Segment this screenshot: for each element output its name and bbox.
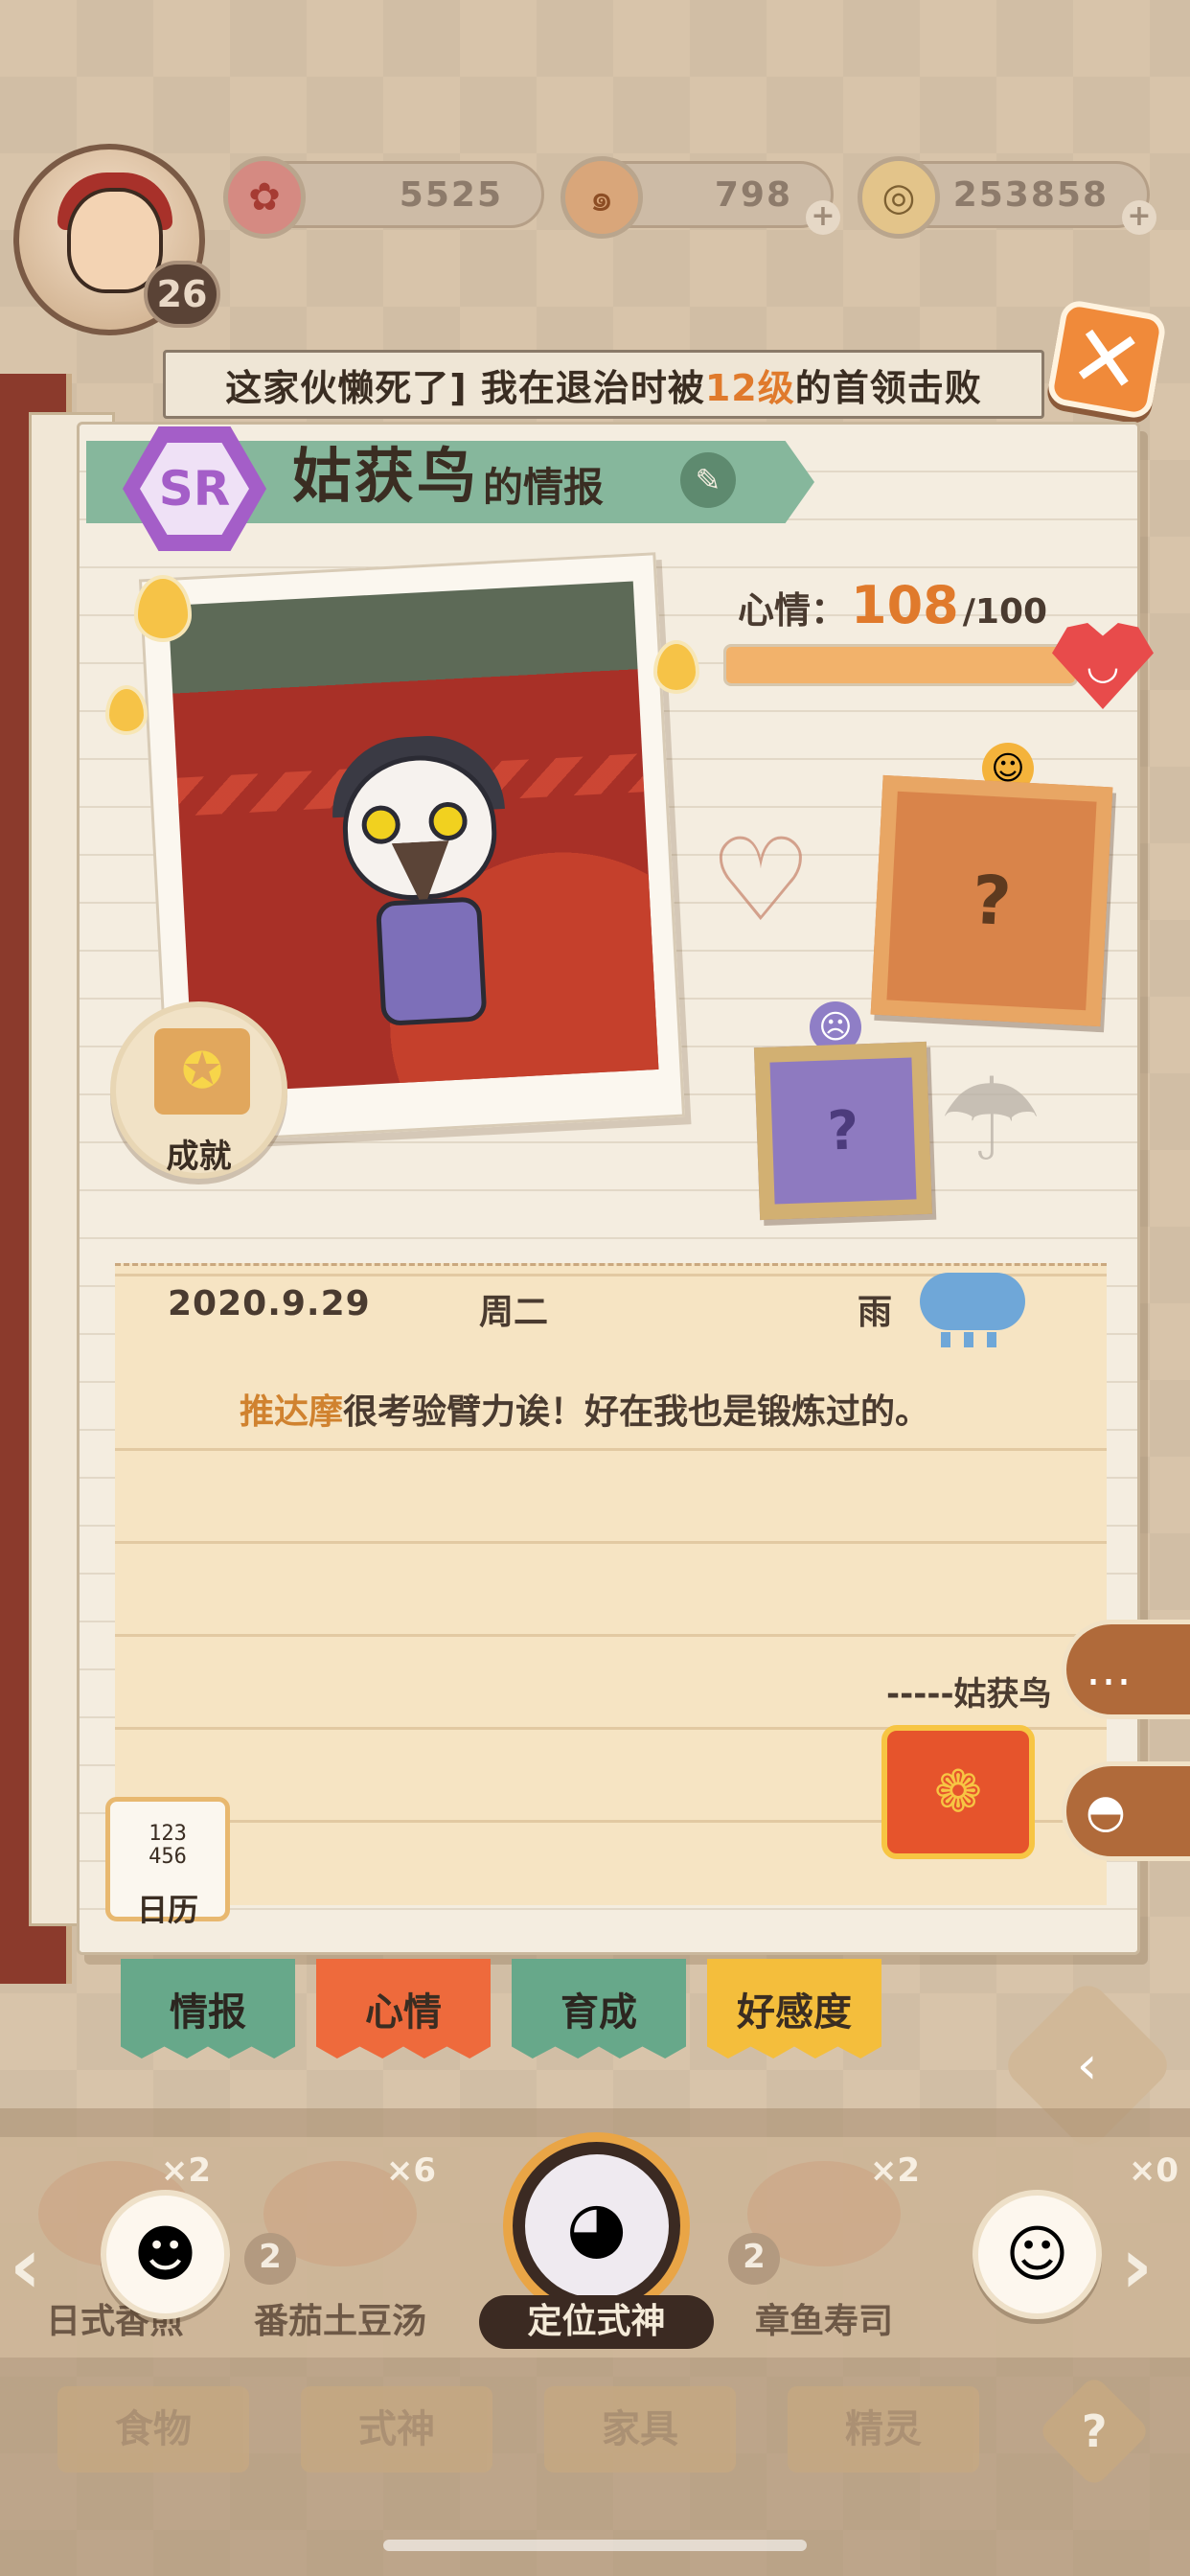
add-magatama-button[interactable]: +: [806, 200, 840, 235]
diary-weather: 雨: [858, 1293, 893, 1332]
mood-readout: 心情： 108 /100: [738, 575, 1047, 635]
close-button[interactable]: ✕: [1045, 298, 1168, 421]
mood-progress-bar: [723, 644, 1078, 686]
calendar-icon: 123 456: [149, 1822, 187, 1869]
resource-plum[interactable]: ✿ 5525: [223, 156, 544, 239]
shikigami-avatar-right[interactable]: ☺: [973, 2190, 1102, 2319]
mood-progress-fill: [726, 647, 1075, 683]
calendar-button[interactable]: 123 456 日历: [105, 1797, 230, 1928]
tab-training[interactable]: 育成: [512, 1959, 686, 2058]
pencil-icon: ✎: [695, 462, 721, 498]
sad-mood-frame[interactable]: ?: [753, 1041, 933, 1221]
inventory-tabs: 食物 式神 家具 精灵: [57, 2386, 979, 2472]
diary-date: 2020.9.29: [168, 1284, 371, 1323]
dish-quantity: ×2: [160, 2151, 211, 2190]
oni-face-icon: ☻: [133, 2219, 197, 2290]
diary-entry: 推达摩很考验臂力诶！好在我也是锻炼过的。: [240, 1384, 929, 1434]
add-coin-button[interactable]: +: [1122, 200, 1156, 235]
dish-item[interactable]: ×2 2 章鱼寿司: [728, 2151, 920, 2341]
magatama-icon: ๑: [561, 156, 643, 239]
title-suffix: 的情报: [483, 464, 605, 511]
carousel-next-icon[interactable]: ›: [1121, 2221, 1153, 2311]
dish-quantity: ×0: [1128, 2151, 1179, 2190]
happy-mood-frame[interactable]: ?: [870, 774, 1113, 1027]
tab-food[interactable]: 食物: [57, 2386, 249, 2472]
calendar-label: 日历: [136, 1892, 198, 1928]
tab-affection[interactable]: 好感度: [707, 1959, 881, 2058]
banner-highlight: 12级: [704, 366, 795, 409]
status-banner: 这家伙懒死了] 我在退治时被 12级 的首领击败: [163, 350, 1044, 419]
top-hud: 26 ✿ 5525 ๑ 798 + ◎ 253858 +: [0, 0, 1190, 364]
dish-item[interactable]: ×6 2 番茄土豆汤: [244, 2151, 436, 2341]
gift-bag-icon: ❁: [933, 1759, 983, 1826]
dish-level: 2: [728, 2233, 780, 2285]
diary-entry-highlight: 推达摩: [240, 1392, 344, 1432]
diary-signature: -----姑获鸟: [886, 1675, 1052, 1714]
happy-doodle-icon: ♡: [709, 815, 812, 948]
shikigami-name: 姑获鸟: [292, 441, 480, 511]
resource-plum-value: 5525: [399, 175, 503, 215]
locate-shikigami-button[interactable]: ◕: [503, 2132, 690, 2319]
tab-furniture[interactable]: 家具: [544, 2386, 736, 2472]
tab-shikigami[interactable]: 式神: [301, 2386, 492, 2472]
resource-coin[interactable]: ◎ 253858 +: [858, 156, 1156, 239]
rice-ball-icon: ◓: [1086, 1784, 1126, 1838]
question-icon: ?: [1081, 2405, 1108, 2457]
achievement-medal-icon: ✪: [154, 1028, 250, 1115]
tab-info[interactable]: 情报: [121, 1959, 295, 2058]
resource-coin-value: 253858: [952, 175, 1109, 215]
rarity-label: SR: [140, 443, 249, 535]
player-level-badge: 26: [144, 261, 220, 328]
frame-question-mark: ?: [970, 860, 1014, 942]
chat-bubble-icon: …: [1086, 1643, 1132, 1696]
frame-question-mark: ?: [826, 1098, 860, 1163]
diary-entry-text: 很考验臂力诶！好在我也是锻炼过的。: [343, 1392, 930, 1432]
plum-blossom-icon: ✿: [223, 156, 306, 239]
ubume-portrait: [319, 731, 526, 1047]
tab-spirit[interactable]: 精灵: [788, 2386, 979, 2472]
profile-tabs: 情报 心情 育成 好感度: [121, 1959, 881, 2058]
home-indicator[interactable]: [383, 2540, 807, 2551]
banner-text: 这家伙懒死了] 我在退治时被: [225, 366, 705, 409]
sad-doodle-icon: ☂: [939, 1054, 1042, 1187]
girl-face-icon: ☺: [1005, 2219, 1069, 2290]
coin-icon: ◎: [858, 156, 940, 239]
locate-shikigami-label[interactable]: 定位式神: [479, 2295, 714, 2349]
mood-max: /100: [962, 592, 1048, 632]
edit-name-button[interactable]: ✎: [680, 452, 736, 508]
dish-quantity: ×2: [869, 2151, 920, 2190]
rain-cloud-icon: [920, 1273, 1025, 1347]
ubume-avatar-icon: ◕: [524, 2153, 669, 2298]
dish-name: 章鱼寿司: [754, 2302, 893, 2341]
banner-text-after: 的首领击败: [794, 366, 982, 409]
portrait-body: [375, 896, 488, 1026]
feed-button[interactable]: ◓: [1062, 1761, 1190, 1861]
achievements-button[interactable]: ✪ 成就: [110, 1001, 287, 1179]
chat-button[interactable]: …: [1062, 1620, 1190, 1719]
back-arrow-icon: ‹: [1077, 2035, 1098, 2096]
dish-level: 2: [244, 2233, 296, 2285]
close-icon: ✕: [1062, 303, 1152, 416]
dish-quantity: ×6: [385, 2151, 436, 2190]
resource-magatama-value: 798: [714, 175, 792, 215]
carousel-prev-icon[interactable]: ‹: [10, 2221, 41, 2311]
tab-mood[interactable]: 心情: [316, 1959, 491, 2058]
page-title: 姑获鸟 的情报: [292, 441, 604, 523]
gift-bag-button[interactable]: ❁: [881, 1725, 1035, 1859]
shikigami-avatar-left[interactable]: ☻: [101, 2190, 230, 2319]
dish-name: 番茄土豆汤: [253, 2302, 426, 2341]
mood-label: 心情：: [738, 589, 848, 632]
diary-weekday: 周二: [479, 1293, 549, 1332]
achievements-label: 成就: [166, 1138, 232, 1176]
resource-magatama[interactable]: ๑ 798 +: [561, 156, 840, 239]
mood-value: 108: [851, 575, 959, 635]
